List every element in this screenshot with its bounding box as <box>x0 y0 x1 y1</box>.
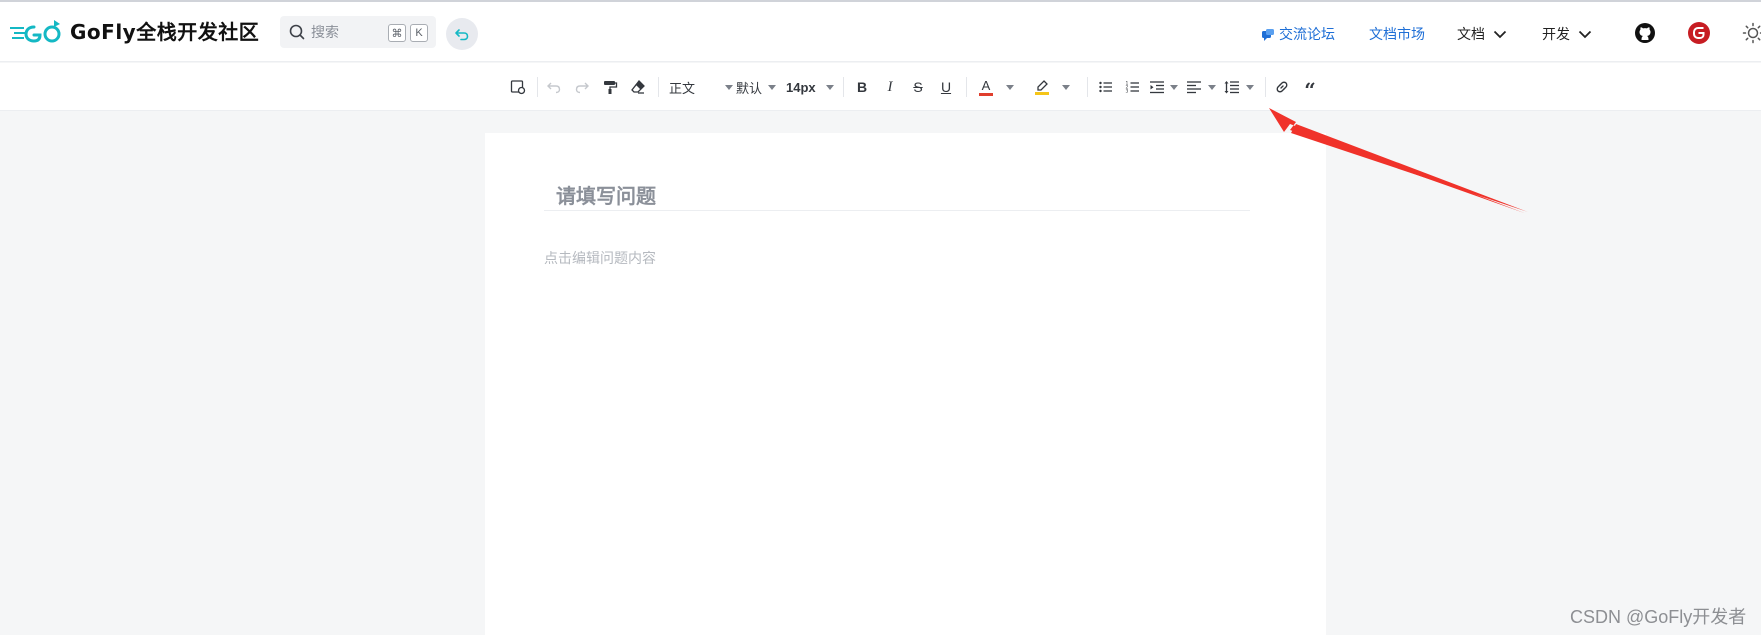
font-size-value: 14px <box>786 79 816 95</box>
shortcut-cmd-key: ⌘ <box>388 24 406 42</box>
search-box[interactable]: 搜索 ⌘ K <box>280 16 436 48</box>
editor-toolbar: 正文 默认 14px B I S U A 123 “ <box>0 63 1761 111</box>
redo-icon <box>575 82 589 94</box>
nav-docs-market-label: 文档市场 <box>1369 26 1425 42</box>
nav-dev-label: 开发 <box>1542 26 1570 42</box>
italic-button[interactable]: I <box>879 76 901 98</box>
bold-button[interactable]: B <box>851 76 873 98</box>
bullet-list-icon <box>1099 81 1112 93</box>
quote-icon: “ <box>1304 78 1316 102</box>
logo-text: GoFly全栈开发社区 <box>70 20 260 44</box>
caret-down-icon <box>1170 84 1178 90</box>
nav-dev-dropdown[interactable]: 开发 <box>1542 24 1592 44</box>
underline-button[interactable]: U <box>935 76 957 98</box>
caret-down-icon <box>768 84 776 90</box>
editor-page: 请填写问题 点击编辑问题内容 <box>485 133 1326 635</box>
gitee-link[interactable] <box>1688 22 1710 44</box>
numbered-list-icon: 123 <box>1126 81 1139 95</box>
text-color-swatch <box>979 92 993 96</box>
line-height-dropdown[interactable] <box>1244 76 1256 98</box>
toolbar-divider <box>1265 77 1266 97</box>
eraser-icon <box>631 80 645 94</box>
template-button[interactable] <box>507 76 529 98</box>
search-placeholder: 搜索 <box>311 24 339 40</box>
toolbar-divider <box>1087 77 1088 97</box>
bullet-list-button[interactable] <box>1095 76 1117 98</box>
text-color-dropdown[interactable] <box>1003 76 1017 98</box>
go-logo-icon <box>10 19 61 43</box>
nav-docs-label: 文档 <box>1457 26 1485 42</box>
paragraph-style-select[interactable]: 正文 <box>669 76 733 98</box>
caret-down-icon <box>725 84 733 90</box>
caret-down-icon <box>826 84 834 90</box>
bold-icon: B <box>856 79 868 95</box>
site-logo[interactable]: GoFly全栈开发社区 <box>10 16 259 45</box>
font-family-select[interactable]: 默认 <box>736 76 776 98</box>
strikethrough-icon: S <box>913 79 923 95</box>
align-button[interactable] <box>1183 76 1205 98</box>
paint-brush-icon <box>604 81 618 94</box>
csdn-watermark: CSDN @GoFly开发者 <box>1570 607 1747 627</box>
return-icon <box>455 29 469 41</box>
indent-icon <box>1150 81 1164 94</box>
line-height-icon <box>1224 81 1239 94</box>
toolbar-divider <box>966 77 967 97</box>
undo-button[interactable] <box>543 76 565 98</box>
chevron-down-icon <box>1493 30 1507 38</box>
font-family-value: 默认 <box>736 80 763 96</box>
font-size-select[interactable]: 14px <box>786 76 834 98</box>
align-left-icon <box>1187 81 1201 94</box>
question-title-input[interactable]: 请填写问题 <box>556 180 656 209</box>
highlight-color-swatch <box>1035 91 1049 95</box>
clear-format-button[interactable] <box>627 76 649 98</box>
github-icon <box>1635 23 1655 43</box>
template-icon <box>510 80 526 95</box>
highlight-color-button[interactable] <box>1031 76 1053 98</box>
toolbar-divider <box>843 77 844 97</box>
toolbar-divider <box>658 77 659 97</box>
nav-forum-label: 交流论坛 <box>1279 26 1335 42</box>
chevron-down-icon <box>1578 30 1592 38</box>
text-color-icon: A <box>981 77 991 93</box>
underline-icon: U <box>940 79 952 95</box>
caret-down-icon <box>1006 84 1014 90</box>
strikethrough-button[interactable]: S <box>907 76 929 98</box>
caret-down-icon <box>1246 84 1254 90</box>
nav-forum-link[interactable]: 交流论坛 <box>1261 24 1335 44</box>
question-content-editor[interactable]: 点击编辑问题内容 <box>544 248 656 268</box>
line-height-button[interactable] <box>1221 76 1243 98</box>
shortcut-k-key: K <box>410 24 428 42</box>
back-button[interactable] <box>446 18 478 50</box>
format-painter-button[interactable] <box>599 76 621 98</box>
paragraph-style-value: 正文 <box>669 80 696 96</box>
redo-button[interactable] <box>571 76 593 98</box>
title-divider <box>544 210 1250 211</box>
caret-down-icon <box>1208 84 1216 90</box>
insert-link-button[interactable] <box>1271 76 1293 98</box>
blockquote-button[interactable]: “ <box>1299 76 1321 102</box>
undo-icon <box>547 82 561 94</box>
nav-docs-market-link[interactable]: 文档市场 <box>1369 24 1425 44</box>
gitee-icon <box>1688 22 1710 44</box>
toolbar-divider <box>537 77 538 97</box>
indent-button[interactable] <box>1146 76 1168 98</box>
forum-icon <box>1262 29 1274 41</box>
svg-text:3: 3 <box>1126 89 1129 95</box>
theme-toggle[interactable] <box>1742 22 1761 44</box>
align-dropdown[interactable] <box>1206 76 1218 98</box>
search-icon <box>289 24 305 40</box>
nav-docs-dropdown[interactable]: 文档 <box>1457 24 1507 44</box>
top-header: GoFly全栈开发社区 搜索 ⌘ K 交流论坛 文档市场 文档 开发 <box>0 0 1761 62</box>
link-icon <box>1276 81 1288 93</box>
indent-dropdown[interactable] <box>1168 76 1180 98</box>
highlighter-icon <box>1037 79 1048 91</box>
highlight-color-dropdown[interactable] <box>1059 76 1073 98</box>
numbered-list-button[interactable]: 123 <box>1122 76 1144 98</box>
github-link[interactable] <box>1634 22 1656 44</box>
sun-icon <box>1742 22 1761 44</box>
italic-icon: I <box>887 78 893 95</box>
caret-down-icon <box>1062 84 1070 90</box>
text-color-button[interactable]: A <box>975 76 997 98</box>
